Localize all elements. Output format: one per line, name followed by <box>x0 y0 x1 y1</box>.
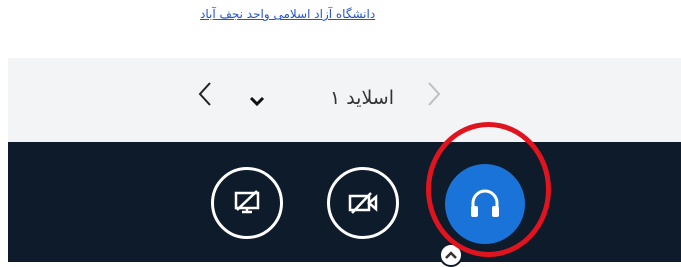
highlight-annotation-ring <box>426 122 551 257</box>
screen-share-off-icon <box>234 190 260 214</box>
chevron-up-icon <box>445 251 457 259</box>
institution-link[interactable]: دانشگاه آزاد اسلامی واحد نجف آباد <box>200 7 375 21</box>
chevron-right-icon <box>428 82 441 106</box>
previous-slide-button[interactable] <box>197 80 213 120</box>
chevron-down-icon <box>249 96 265 107</box>
chevron-left-icon <box>198 82 211 106</box>
current-slide-label: اسلاید ۱ <box>329 87 394 109</box>
slide-dropdown-button[interactable] <box>248 92 266 110</box>
share-screen-button[interactable] <box>211 167 283 239</box>
toggle-video-button[interactable] <box>327 167 399 239</box>
video-off-icon <box>348 192 378 214</box>
next-slide-button[interactable] <box>426 80 442 120</box>
